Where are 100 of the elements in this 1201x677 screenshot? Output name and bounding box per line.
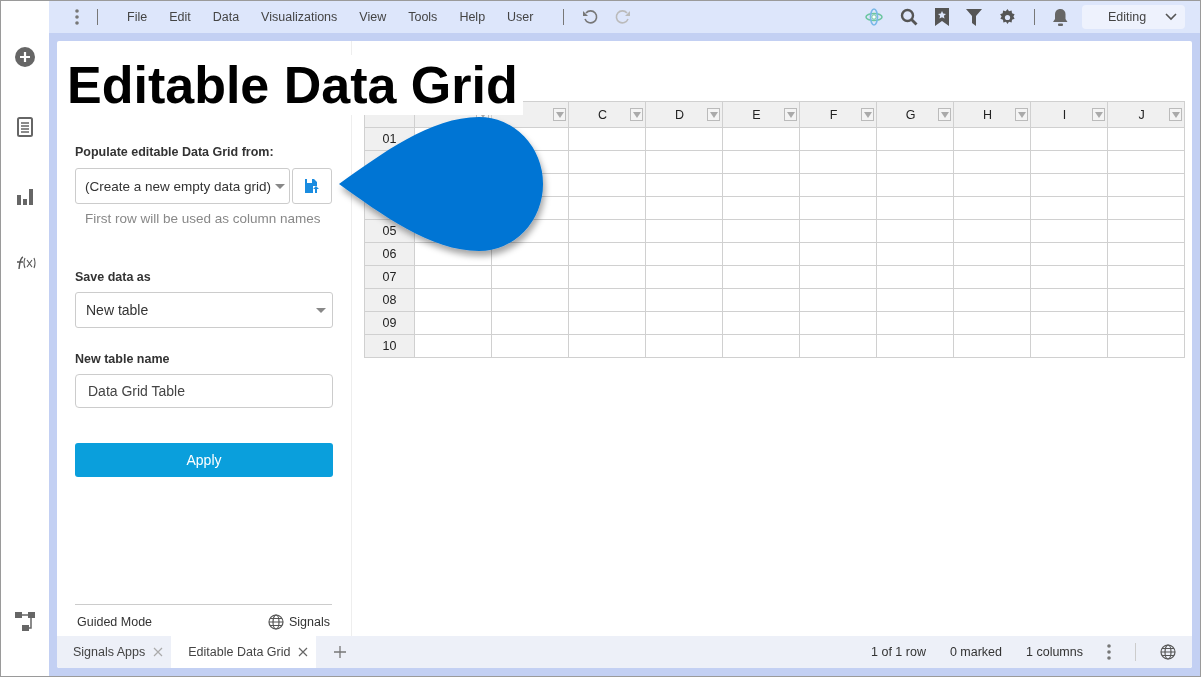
grid-cell[interactable] <box>1030 173 1108 197</box>
column-menu-icon[interactable] <box>1015 108 1028 121</box>
column-menu-icon[interactable] <box>784 108 797 121</box>
grid-cell[interactable] <box>491 265 569 289</box>
grid-cell[interactable] <box>645 311 723 335</box>
grid-cell[interactable] <box>953 242 1031 266</box>
grid-cell[interactable] <box>722 288 800 312</box>
grid-cell[interactable] <box>953 334 1031 358</box>
grid-cell[interactable] <box>799 173 877 197</box>
grid-cell[interactable] <box>876 127 954 151</box>
grid-cell[interactable] <box>722 311 800 335</box>
grid-cell[interactable] <box>722 150 800 174</box>
grid-cell[interactable] <box>722 242 800 266</box>
undo-icon[interactable] <box>581 9 598 25</box>
column-menu-icon[interactable] <box>938 108 951 121</box>
grid-cell[interactable] <box>645 173 723 197</box>
grid-cell[interactable] <box>645 219 723 243</box>
hierarchy-icon[interactable] <box>15 610 35 632</box>
grid-cell[interactable] <box>1107 219 1185 243</box>
grid-cell[interactable] <box>568 288 646 312</box>
column-header[interactable]: H <box>953 101 1031 128</box>
redo-icon[interactable] <box>614 9 631 25</box>
grid-cell[interactable] <box>491 288 569 312</box>
grid-cell[interactable] <box>953 173 1031 197</box>
grid-cell[interactable] <box>1030 196 1108 220</box>
grid-cell[interactable] <box>568 127 646 151</box>
grid-cell[interactable] <box>953 196 1031 220</box>
grid-cell[interactable] <box>414 288 492 312</box>
grid-cell[interactable] <box>1107 288 1185 312</box>
column-menu-icon[interactable] <box>707 108 720 121</box>
grid-cell[interactable] <box>799 127 877 151</box>
grid-cell[interactable] <box>722 173 800 197</box>
grid-cell[interactable] <box>876 242 954 266</box>
grid-cell[interactable] <box>491 311 569 335</box>
grid-cell[interactable] <box>1107 196 1185 220</box>
grid-cell[interactable] <box>876 196 954 220</box>
grid-cell[interactable] <box>799 196 877 220</box>
grid-cell[interactable] <box>414 311 492 335</box>
column-menu-icon[interactable] <box>553 108 566 121</box>
grid-cell[interactable] <box>1030 265 1108 289</box>
menu-item[interactable]: View <box>348 10 398 24</box>
list-icon[interactable] <box>17 117 33 137</box>
column-header[interactable]: E <box>722 101 800 128</box>
more-icon[interactable] <box>75 9 79 25</box>
grid-cell[interactable] <box>568 242 646 266</box>
grid-cell[interactable] <box>491 334 569 358</box>
grid-cell[interactable] <box>568 173 646 197</box>
settings-icon[interactable] <box>999 8 1016 26</box>
grid-cell[interactable] <box>645 265 723 289</box>
grid-cell[interactable] <box>953 288 1031 312</box>
column-menu-icon[interactable] <box>630 108 643 121</box>
grid-cell[interactable] <box>876 265 954 289</box>
grid-cell[interactable] <box>1030 242 1108 266</box>
grid-cell[interactable] <box>876 311 954 335</box>
grid-cell[interactable] <box>953 311 1031 335</box>
grid-cell[interactable] <box>876 288 954 312</box>
grid-cell[interactable] <box>953 150 1031 174</box>
grid-cell[interactable] <box>876 334 954 358</box>
grid-cell[interactable] <box>1030 150 1108 174</box>
grid-cell[interactable] <box>722 265 800 289</box>
grid-cell[interactable] <box>799 334 877 358</box>
grid-cell[interactable] <box>414 265 492 289</box>
grid-cell[interactable] <box>722 334 800 358</box>
grid-cell[interactable] <box>876 173 954 197</box>
source-dropdown[interactable]: (Create a new empty data grid) <box>75 168 291 204</box>
grid-cell[interactable] <box>1107 127 1185 151</box>
grid-cell[interactable] <box>953 265 1031 289</box>
close-icon[interactable] <box>298 647 309 657</box>
grid-cell[interactable] <box>645 127 723 151</box>
column-header[interactable]: C <box>568 101 646 128</box>
grid-cell[interactable] <box>568 150 646 174</box>
tab[interactable]: Editable Data Grid <box>171 636 317 668</box>
grid-cell[interactable] <box>1030 334 1108 358</box>
bar-chart-icon[interactable] <box>16 187 34 205</box>
grid-cell[interactable] <box>1107 242 1185 266</box>
mode-dropdown[interactable]: Editing <box>1082 5 1185 29</box>
chevron-down-icon[interactable] <box>1165 13 1177 21</box>
upload-button[interactable] <box>292 168 332 204</box>
column-header[interactable]: I <box>1030 101 1108 128</box>
grid-cell[interactable] <box>722 219 800 243</box>
grid-cell[interactable] <box>568 334 646 358</box>
grid-cell[interactable] <box>645 196 723 220</box>
save-type-dropdown[interactable]: New table <box>75 292 333 328</box>
add-icon[interactable] <box>15 47 35 67</box>
grid-cell[interactable] <box>1107 150 1185 174</box>
grid-cell[interactable] <box>568 219 646 243</box>
table-name-field[interactable]: Data Grid Table <box>75 374 333 408</box>
menu-item[interactable]: Tools <box>397 10 449 24</box>
menu-item[interactable]: Help <box>448 10 497 24</box>
grid-cell[interactable] <box>876 219 954 243</box>
grid-cell[interactable] <box>799 242 877 266</box>
filter-icon[interactable] <box>966 8 982 26</box>
grid-cell[interactable] <box>953 219 1031 243</box>
column-header[interactable]: G <box>876 101 954 128</box>
grid-cell[interactable] <box>1030 127 1108 151</box>
add-tab-icon[interactable] <box>334 646 347 658</box>
grid-cell[interactable] <box>876 150 954 174</box>
grid-cell[interactable] <box>645 150 723 174</box>
grid-cell[interactable] <box>799 150 877 174</box>
grid-cell[interactable] <box>799 288 877 312</box>
